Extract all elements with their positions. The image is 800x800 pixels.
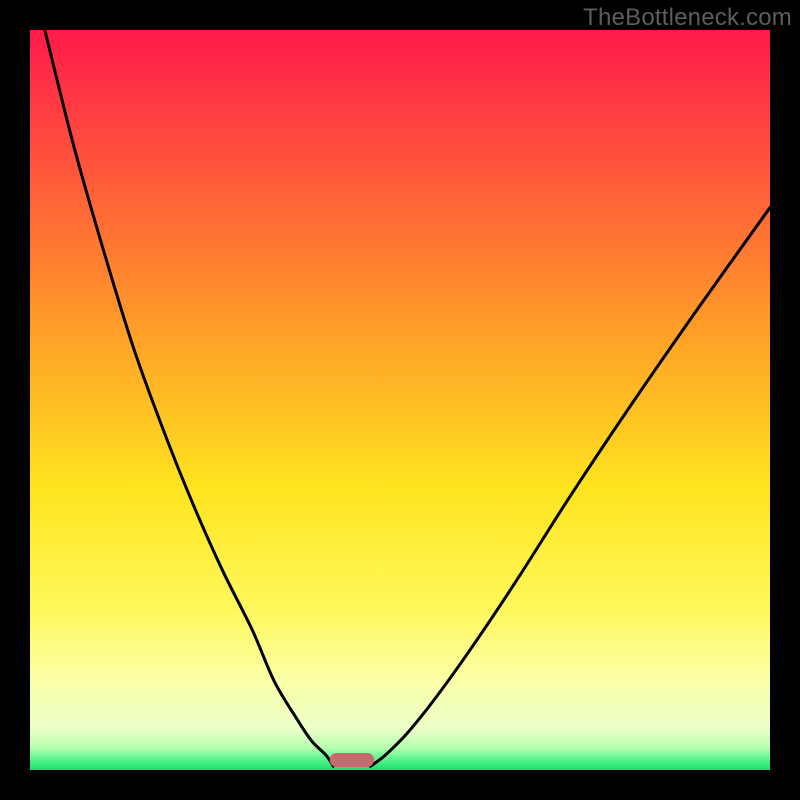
- plot-area: [30, 30, 770, 770]
- watermark-text: TheBottleneck.com: [583, 4, 792, 32]
- chart-svg: [30, 30, 770, 770]
- optimum-marker: [330, 753, 374, 767]
- gradient-background: [30, 30, 770, 770]
- marker-group: [330, 753, 374, 767]
- chart-frame: TheBottleneck.com: [0, 0, 800, 800]
